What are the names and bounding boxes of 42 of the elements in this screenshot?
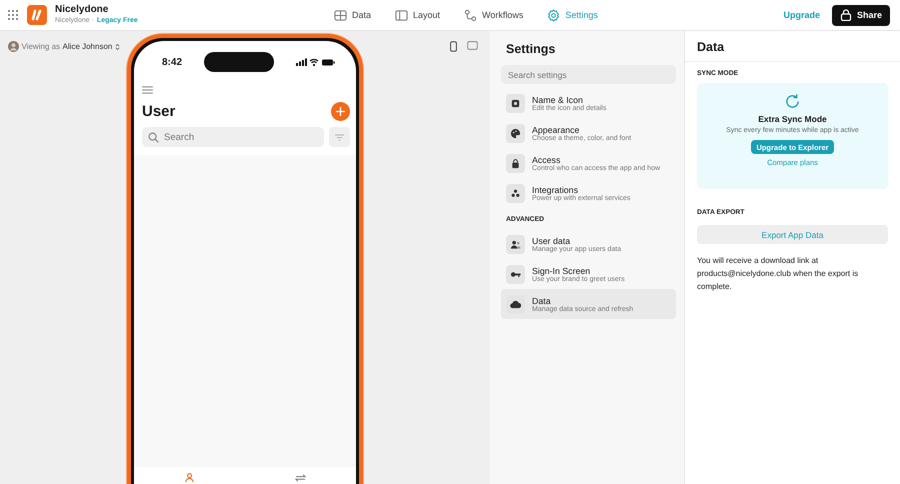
search-icon <box>148 132 159 142</box>
plus-icon <box>336 107 345 116</box>
dynamic-island <box>204 52 274 72</box>
filter-icon <box>335 134 344 140</box>
app-name: Nicelydone <box>55 4 110 15</box>
filter-button[interactable] <box>329 127 350 147</box>
key-icon <box>506 264 525 284</box>
panel-title: Settings <box>506 42 556 56</box>
tab-bar-item[interactable] <box>184 473 194 482</box>
search-settings-field[interactable]: Search settings <box>501 65 676 84</box>
lock-icon <box>506 154 525 172</box>
nav-tab[interactable]: Layout <box>386 8 450 22</box>
tab-bar-item[interactable] <box>294 473 306 482</box>
layout-icon <box>395 8 408 22</box>
cloud-icon <box>506 294 525 314</box>
table-icon <box>334 8 347 22</box>
avatar-icon <box>8 41 19 52</box>
menu-icon[interactable] <box>142 86 153 94</box>
settings-icon <box>547 8 560 22</box>
dots-icon <box>506 184 525 202</box>
nav-tab[interactable]: Workflows <box>455 8 532 22</box>
viewing-as-selector[interactable]: Viewing as Alice Johnson <box>8 41 120 52</box>
status-icons-drawing <box>296 57 336 67</box>
phone-view-button[interactable] <box>448 39 459 54</box>
screen-title: User <box>142 103 176 120</box>
search-field[interactable]: Search <box>142 127 324 147</box>
status-time: 8:42 <box>162 56 182 68</box>
add-button[interactable] <box>331 102 350 121</box>
grid-menu-icon[interactable] <box>8 10 18 20</box>
sort-caret-icon <box>114 42 120 50</box>
refresh-icon <box>784 93 801 110</box>
lock-icon <box>840 9 852 21</box>
sync-title: Extra Sync Mode <box>758 114 827 124</box>
nav-tab[interactable]: Data <box>325 8 380 22</box>
users-icon <box>506 234 525 254</box>
app-logo-icon <box>27 5 47 25</box>
share-button[interactable]: Share <box>832 4 890 26</box>
nodes-icon <box>464 8 478 22</box>
panel-title: Data <box>685 31 900 62</box>
export-note: You will receive a download link at products@nicelydone.club when the export is complete. <box>697 255 860 293</box>
palette-icon <box>506 124 525 142</box>
square-icon <box>506 94 525 112</box>
